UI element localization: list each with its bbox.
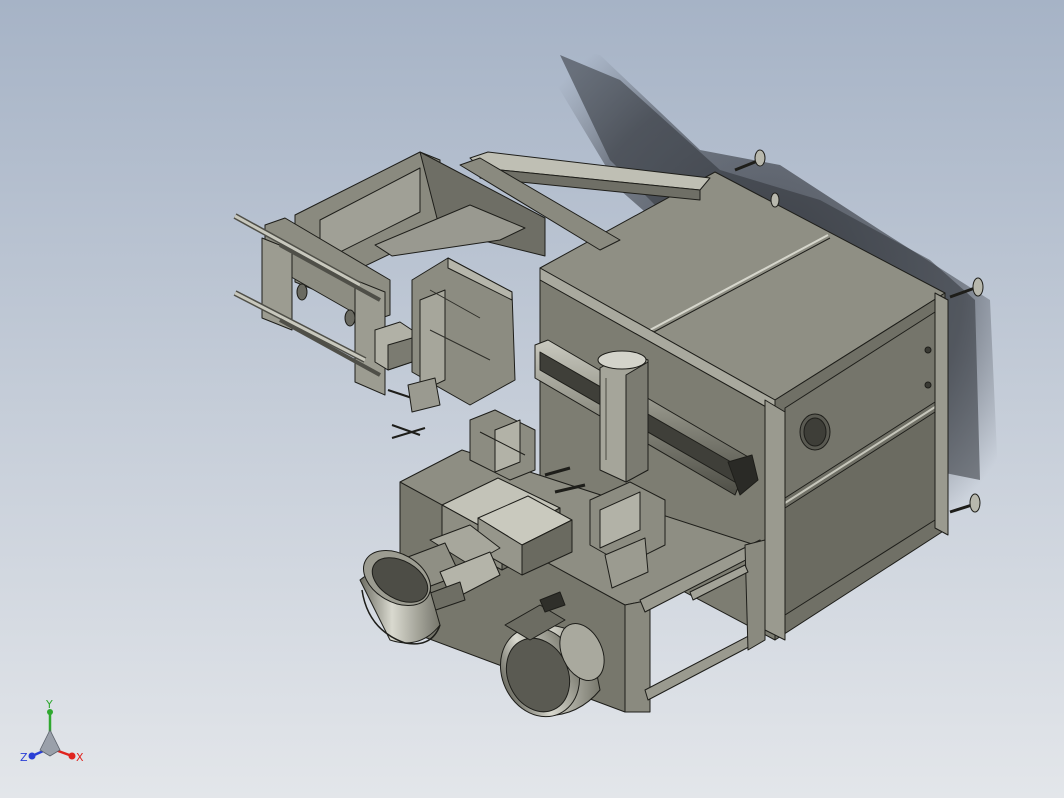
z-axis-label: Z <box>20 751 28 764</box>
y-axis-label: Y <box>45 700 53 711</box>
z-axis-handle[interactable] <box>28 752 36 760</box>
x-axis-handle[interactable] <box>68 752 76 760</box>
x-axis-label: X <box>76 751 84 764</box>
machine-3d-model[interactable] <box>0 0 1064 798</box>
triad-cone <box>39 729 61 757</box>
cad-graphics-viewport[interactable]: Y X Z <box>0 0 1064 798</box>
view-orientation-triad[interactable]: Y X Z <box>18 700 88 780</box>
